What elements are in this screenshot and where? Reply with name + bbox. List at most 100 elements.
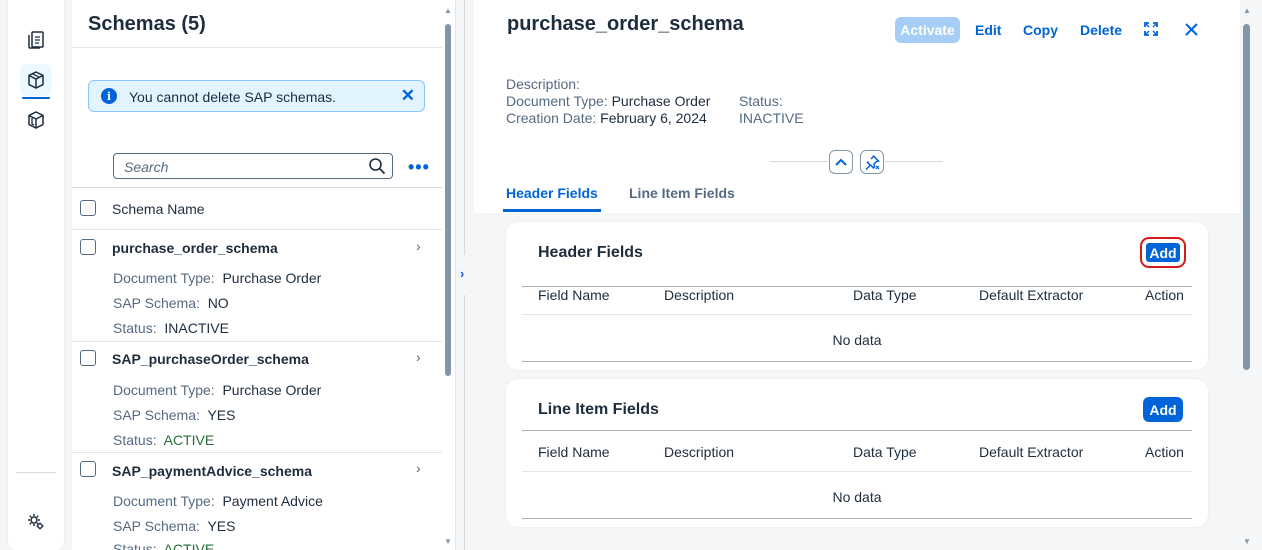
item-checkbox[interactable] <box>80 239 96 255</box>
attr-label: Creation Date: <box>506 110 597 126</box>
attr-value: YES <box>207 518 236 534</box>
attr-value: Purchase Order <box>222 270 322 286</box>
templates-icon <box>28 111 44 129</box>
close-icon[interactable] <box>1185 23 1198 36</box>
item-doc-type: Document Type: Purchase Order <box>113 382 321 398</box>
description-label: Description: <box>506 76 580 92</box>
side-navigation <box>8 0 64 550</box>
expand-right-icon[interactable]: › <box>460 266 464 281</box>
attr-label: SAP Schema: <box>113 518 200 534</box>
attr-label: Status: <box>113 432 157 448</box>
chevron-right-icon[interactable]: › <box>416 238 421 254</box>
close-icon[interactable]: ✕ <box>401 86 415 106</box>
scroll-up-icon[interactable]: ▲ <box>1243 6 1251 15</box>
edit-button[interactable]: Edit <box>975 22 1001 38</box>
list-title: Schemas (5) <box>88 13 206 35</box>
attr-value: YES <box>207 407 236 423</box>
scroll-down-icon[interactable]: ▼ <box>444 537 452 546</box>
item-title: SAP_paymentAdvice_schema <box>112 463 312 479</box>
table-divider <box>522 314 1192 315</box>
attr-value: February 6, 2024 <box>600 110 707 126</box>
collapse-header-button[interactable] <box>829 150 853 174</box>
item-checkbox[interactable] <box>80 461 96 477</box>
documents-nav-item[interactable] <box>20 24 52 56</box>
attr-label: Status: <box>113 320 157 336</box>
creation-date-attr: Creation Date: February 6, 2024 <box>506 110 710 127</box>
column-header: Default Extractor <box>979 287 1084 303</box>
attr-label: Document Type: <box>113 270 215 286</box>
column-header: Data Type <box>853 444 917 460</box>
attr-label: Document Type: <box>113 493 215 509</box>
info-icon: i <box>101 88 117 104</box>
column-header: Description <box>664 444 735 460</box>
status-value: ACTIVE <box>163 541 215 550</box>
column-header: Action <box>1145 287 1184 303</box>
schema-detail-panel: purchase_order_schema Activate Edit Copy… <box>474 0 1262 550</box>
list-divider <box>72 229 442 230</box>
item-checkbox[interactable] <box>80 350 96 366</box>
attr-label: SAP Schema: <box>113 407 200 423</box>
attr-label: Document Type: <box>113 382 215 398</box>
item-status: Status: ACTIVE <box>113 541 214 550</box>
rail-divider <box>16 472 56 473</box>
tab-header-fields[interactable]: Header Fields <box>503 185 601 212</box>
delete-button[interactable]: Delete <box>1080 22 1122 38</box>
more-options-icon[interactable]: ••• <box>408 157 430 178</box>
select-all-checkbox[interactable] <box>80 200 96 216</box>
status-value: ACTIVE <box>163 432 215 448</box>
schema-list-panel: Schemas (5) i You cannot delete SAP sche… <box>72 0 456 550</box>
chevron-right-icon[interactable]: › <box>416 349 421 365</box>
add-line-item-field-button[interactable]: Add <box>1143 397 1183 422</box>
fullscreen-icon[interactable] <box>1143 21 1159 37</box>
attr-value: Payment Advice <box>222 493 323 509</box>
header-fields-section: Header Fields Add Field Name Description… <box>506 222 1208 370</box>
search-input[interactable]: Search <box>113 153 393 179</box>
no-data-text: No data <box>832 489 882 505</box>
pin-header-button[interactable] <box>860 150 884 174</box>
item-doc-type: Document Type: Payment Advice <box>113 493 323 509</box>
attr-value: Purchase Order <box>611 93 711 109</box>
app-root: Schemas (5) i You cannot delete SAP sche… <box>0 0 1262 550</box>
chevron-up-icon <box>835 158 847 166</box>
settings-nav-item[interactable] <box>20 506 52 538</box>
tab-line-item-fields[interactable]: Line Item Fields <box>629 185 735 201</box>
attr-label: Document Type: <box>506 93 608 109</box>
scrollbar-thumb[interactable] <box>1243 24 1250 370</box>
scrollbar-thumb[interactable] <box>445 24 451 376</box>
settings-icon <box>28 514 44 530</box>
status-value: INACTIVE <box>739 110 804 126</box>
scroll-down-icon[interactable]: ▼ <box>1243 537 1251 546</box>
search-icon[interactable] <box>368 157 386 175</box>
splitter-line <box>464 0 465 255</box>
splitter-line <box>464 295 465 550</box>
no-data-text: No data <box>832 332 882 348</box>
schemas-nav-item[interactable] <box>20 64 52 99</box>
column-header: Description <box>664 287 735 303</box>
table-divider <box>522 361 1192 362</box>
item-status: Status: INACTIVE <box>113 320 229 336</box>
table-divider <box>522 518 1192 519</box>
scroll-up-icon[interactable]: ▲ <box>444 6 452 15</box>
list-divider <box>72 452 442 453</box>
add-header-field-button[interactable]: Add <box>1140 237 1186 268</box>
detail-scrollbar[interactable]: ▲ ▼ <box>1240 6 1254 546</box>
line-item-fields-section: Line Item Fields Add Field Name Descript… <box>506 379 1208 527</box>
list-divider <box>72 187 442 188</box>
copy-button[interactable]: Copy <box>1023 22 1058 38</box>
table-divider <box>522 471 1192 472</box>
status-label: Status: <box>739 93 783 109</box>
info-message-strip: i You cannot delete SAP schemas. ✕ <box>88 80 425 112</box>
item-sap-schema: SAP Schema: YES <box>113 518 235 534</box>
activate-button[interactable]: Activate <box>895 17 960 43</box>
templates-nav-item[interactable] <box>20 104 52 136</box>
layout-splitter[interactable]: › <box>456 0 474 550</box>
column-header: Field Name <box>538 444 610 460</box>
item-doc-type: Document Type: Purchase Order <box>113 270 321 286</box>
item-sap-schema: SAP Schema: YES <box>113 407 235 423</box>
info-message-text: You cannot delete SAP schemas. <box>129 89 337 105</box>
item-sap-schema: SAP Schema: NO <box>113 295 229 311</box>
column-header: Default Extractor <box>979 444 1084 460</box>
header-attributes: Description: Document Type: Purchase Ord… <box>506 76 710 127</box>
list-scrollbar[interactable]: ▲ ▼ <box>443 6 453 546</box>
chevron-right-icon[interactable]: › <box>416 460 421 476</box>
